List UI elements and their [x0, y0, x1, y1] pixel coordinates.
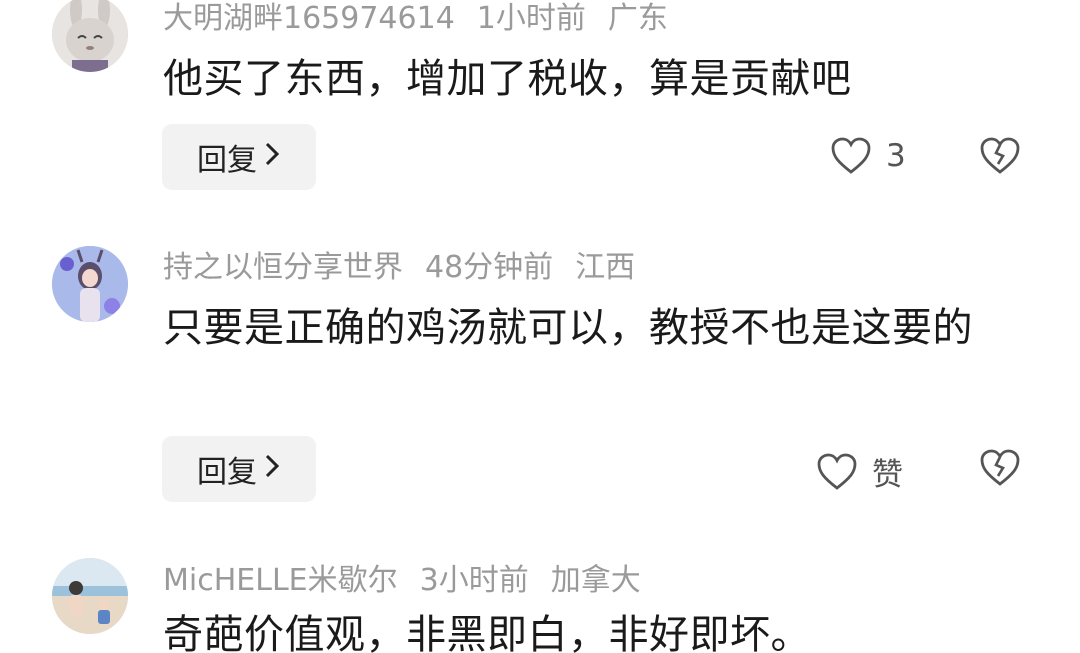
avatar[interactable]	[52, 558, 128, 634]
comment-location: 加拿大	[550, 563, 641, 598]
beach-avatar-icon	[52, 558, 128, 634]
comment-item: MicHELLE米歇尔 3小时前 加拿大 奇葩价值观，非黑即白，非好即坏。	[0, 0, 1080, 653]
comment-meta: MicHELLE米歇尔 3小时前 加拿大	[163, 561, 663, 601]
comment-time: 3小时前	[419, 563, 529, 598]
username[interactable]: MicHELLE米歇尔	[163, 563, 398, 598]
comment-text: 奇葩价值观，非黑即白，非好即坏。	[163, 612, 811, 653]
